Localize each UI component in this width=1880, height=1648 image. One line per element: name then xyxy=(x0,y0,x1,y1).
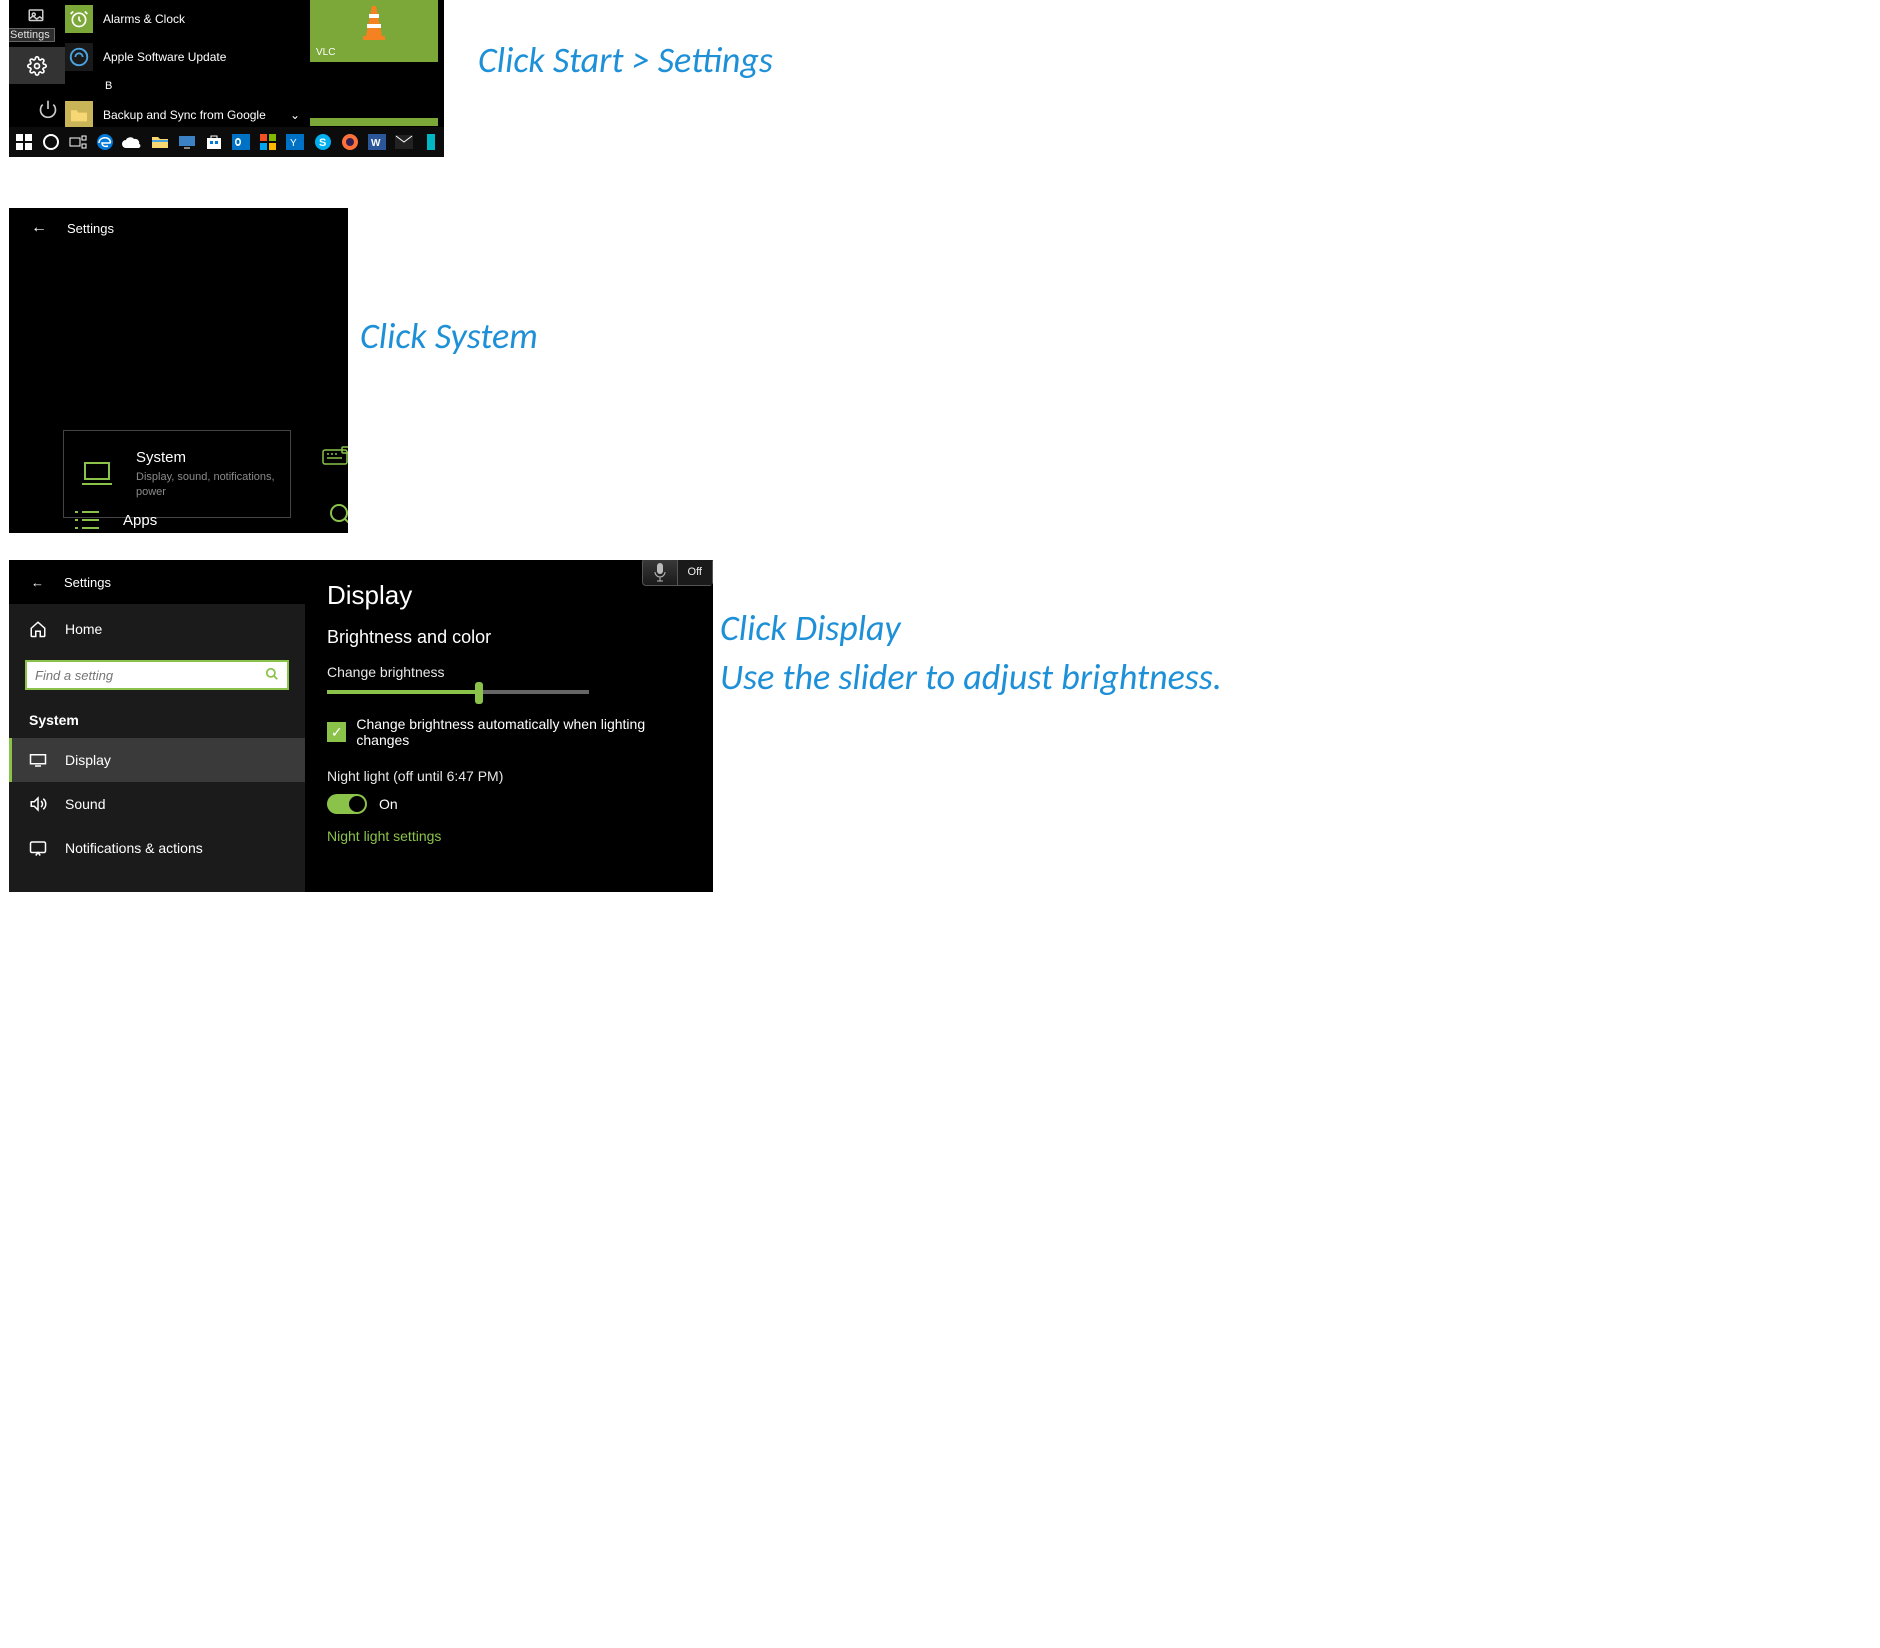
sound-icon xyxy=(29,796,47,812)
auto-brightness-row[interactable]: ✓ Change brightness automatically when l… xyxy=(327,716,691,748)
app-alarms[interactable]: Alarms & Clock xyxy=(65,0,310,38)
night-light-toggle[interactable] xyxy=(327,794,367,814)
settings-title: Settings xyxy=(64,575,111,590)
alarms-icon xyxy=(65,5,93,33)
settings-title: Settings xyxy=(67,221,114,236)
page-title: Display xyxy=(327,580,691,611)
caption-step-3: Click Display Use the slider to adjust b… xyxy=(720,604,1222,701)
word-icon[interactable]: W xyxy=(364,129,389,155)
slider-track-rest xyxy=(479,690,589,694)
app-section-letter[interactable]: B xyxy=(65,76,310,96)
store-icon[interactable] xyxy=(201,129,226,155)
remote-desktop-icon[interactable] xyxy=(174,129,199,155)
night-light-label: Night light (off until 6:47 PM) xyxy=(327,768,691,784)
settings-home-screenshot: ← Settings System Display, sound, notifi… xyxy=(9,208,348,533)
home-label: Home xyxy=(65,621,102,637)
vlc-cone-icon xyxy=(359,4,389,42)
microsoft-logo-icon[interactable] xyxy=(256,129,281,155)
brightness-slider[interactable] xyxy=(327,690,589,694)
start-menu-tiles: VLC xyxy=(310,0,444,127)
display-icon xyxy=(29,753,47,767)
file-explorer-icon[interactable] xyxy=(147,129,172,155)
yammer-icon[interactable]: Y xyxy=(283,129,308,155)
auto-brightness-label: Change brightness automatically when lig… xyxy=(356,716,691,748)
app-apple-update[interactable]: Apple Software Update xyxy=(65,38,310,76)
taskbar-app-icon[interactable] xyxy=(419,129,444,155)
sidebar-home[interactable]: Home xyxy=(9,604,305,654)
mail-icon[interactable] xyxy=(392,129,417,155)
skype-icon[interactable]: S xyxy=(310,129,335,155)
sidebar-item-sound[interactable]: Sound xyxy=(9,782,305,826)
taskbar: Y S W xyxy=(9,127,444,157)
settings-header: ← Settings xyxy=(9,560,305,604)
section-heading: Brightness and color xyxy=(327,627,691,648)
tile-partial[interactable] xyxy=(310,118,438,126)
svg-text:S: S xyxy=(319,137,326,149)
app-label: Alarms & Clock xyxy=(103,12,185,26)
chevron-down-icon[interactable]: ⌄ xyxy=(290,108,300,122)
devices-icon[interactable] xyxy=(322,446,348,475)
toggle-state: On xyxy=(379,796,398,812)
svg-text:W: W xyxy=(371,138,381,149)
pictures-icon[interactable] xyxy=(21,2,51,30)
slider-thumb[interactable] xyxy=(475,682,483,704)
outlook-icon[interactable] xyxy=(229,129,254,155)
microphone-icon xyxy=(643,562,677,582)
tile-label: VLC xyxy=(316,47,335,58)
settings-header: ← Settings xyxy=(9,208,348,248)
start-menu-app-list: Alarms & Clock Apple Software Update B B… xyxy=(65,0,310,134)
folder-icon xyxy=(65,101,93,129)
slider-track-fill xyxy=(327,690,479,694)
edge-icon[interactable] xyxy=(93,129,118,155)
app-label: Apple Software Update xyxy=(103,50,226,64)
tile-vlc[interactable]: VLC xyxy=(310,0,438,62)
sidebar-item-label: Display xyxy=(65,752,111,768)
sidebar-item-display[interactable]: Display xyxy=(9,738,305,782)
notifications-icon xyxy=(29,840,47,856)
svg-text:Y: Y xyxy=(290,138,297,149)
home-icon xyxy=(29,620,47,638)
apps-list-icon xyxy=(73,509,101,531)
apple-update-icon xyxy=(65,43,93,71)
laptop-icon xyxy=(80,460,114,488)
brightness-label: Change brightness xyxy=(327,664,691,680)
settings-button[interactable] xyxy=(9,47,65,84)
sidebar-item-label: Notifications & actions xyxy=(65,840,203,856)
caption-step-1: Click Start > Settings xyxy=(478,36,773,85)
night-light-settings-link[interactable]: Night light settings xyxy=(327,828,691,844)
start-menu-screenshot: Settings Alarms & Clock Apple Software U… xyxy=(9,0,444,157)
app-label: Backup and Sync from Google xyxy=(103,108,266,122)
apps-title: Apps xyxy=(123,512,157,529)
back-icon[interactable]: ← xyxy=(31,219,47,237)
search-icon[interactable] xyxy=(265,667,279,684)
back-icon[interactable]: ← xyxy=(31,575,44,590)
search-input-wrapper[interactable] xyxy=(25,660,289,690)
checkbox-checked[interactable]: ✓ xyxy=(327,722,346,742)
system-title: System xyxy=(136,449,286,466)
search-icon-partial[interactable] xyxy=(328,502,348,531)
cortana-icon[interactable] xyxy=(38,129,63,155)
task-view-icon[interactable] xyxy=(65,129,90,155)
settings-main-panel: Off Display Brightness and color Change … xyxy=(305,560,713,892)
settings-tile-system[interactable]: System Display, sound, notifications, po… xyxy=(63,430,291,518)
power-icon[interactable] xyxy=(33,95,63,123)
firefox-icon[interactable] xyxy=(337,129,362,155)
system-subtitle: Display, sound, notifications, power xyxy=(136,470,286,499)
caption-step-2: Click System xyxy=(360,312,538,361)
start-button[interactable] xyxy=(11,129,36,155)
speech-widget[interactable]: Off xyxy=(642,560,713,586)
speech-state: Off xyxy=(677,560,712,585)
settings-tile-apps[interactable]: Apps xyxy=(73,509,157,531)
sidebar-category: System xyxy=(9,702,305,738)
settings-sidebar: ← Settings Home System Display Sound Not… xyxy=(9,560,305,892)
search-input[interactable] xyxy=(35,668,265,683)
display-settings-screenshot: ← Settings Home System Display Sound Not… xyxy=(9,560,713,892)
onedrive-icon[interactable] xyxy=(120,129,145,155)
sidebar-item-label: Sound xyxy=(65,796,105,812)
settings-tooltip: Settings xyxy=(9,28,55,42)
sidebar-item-notifications[interactable]: Notifications & actions xyxy=(9,826,305,870)
